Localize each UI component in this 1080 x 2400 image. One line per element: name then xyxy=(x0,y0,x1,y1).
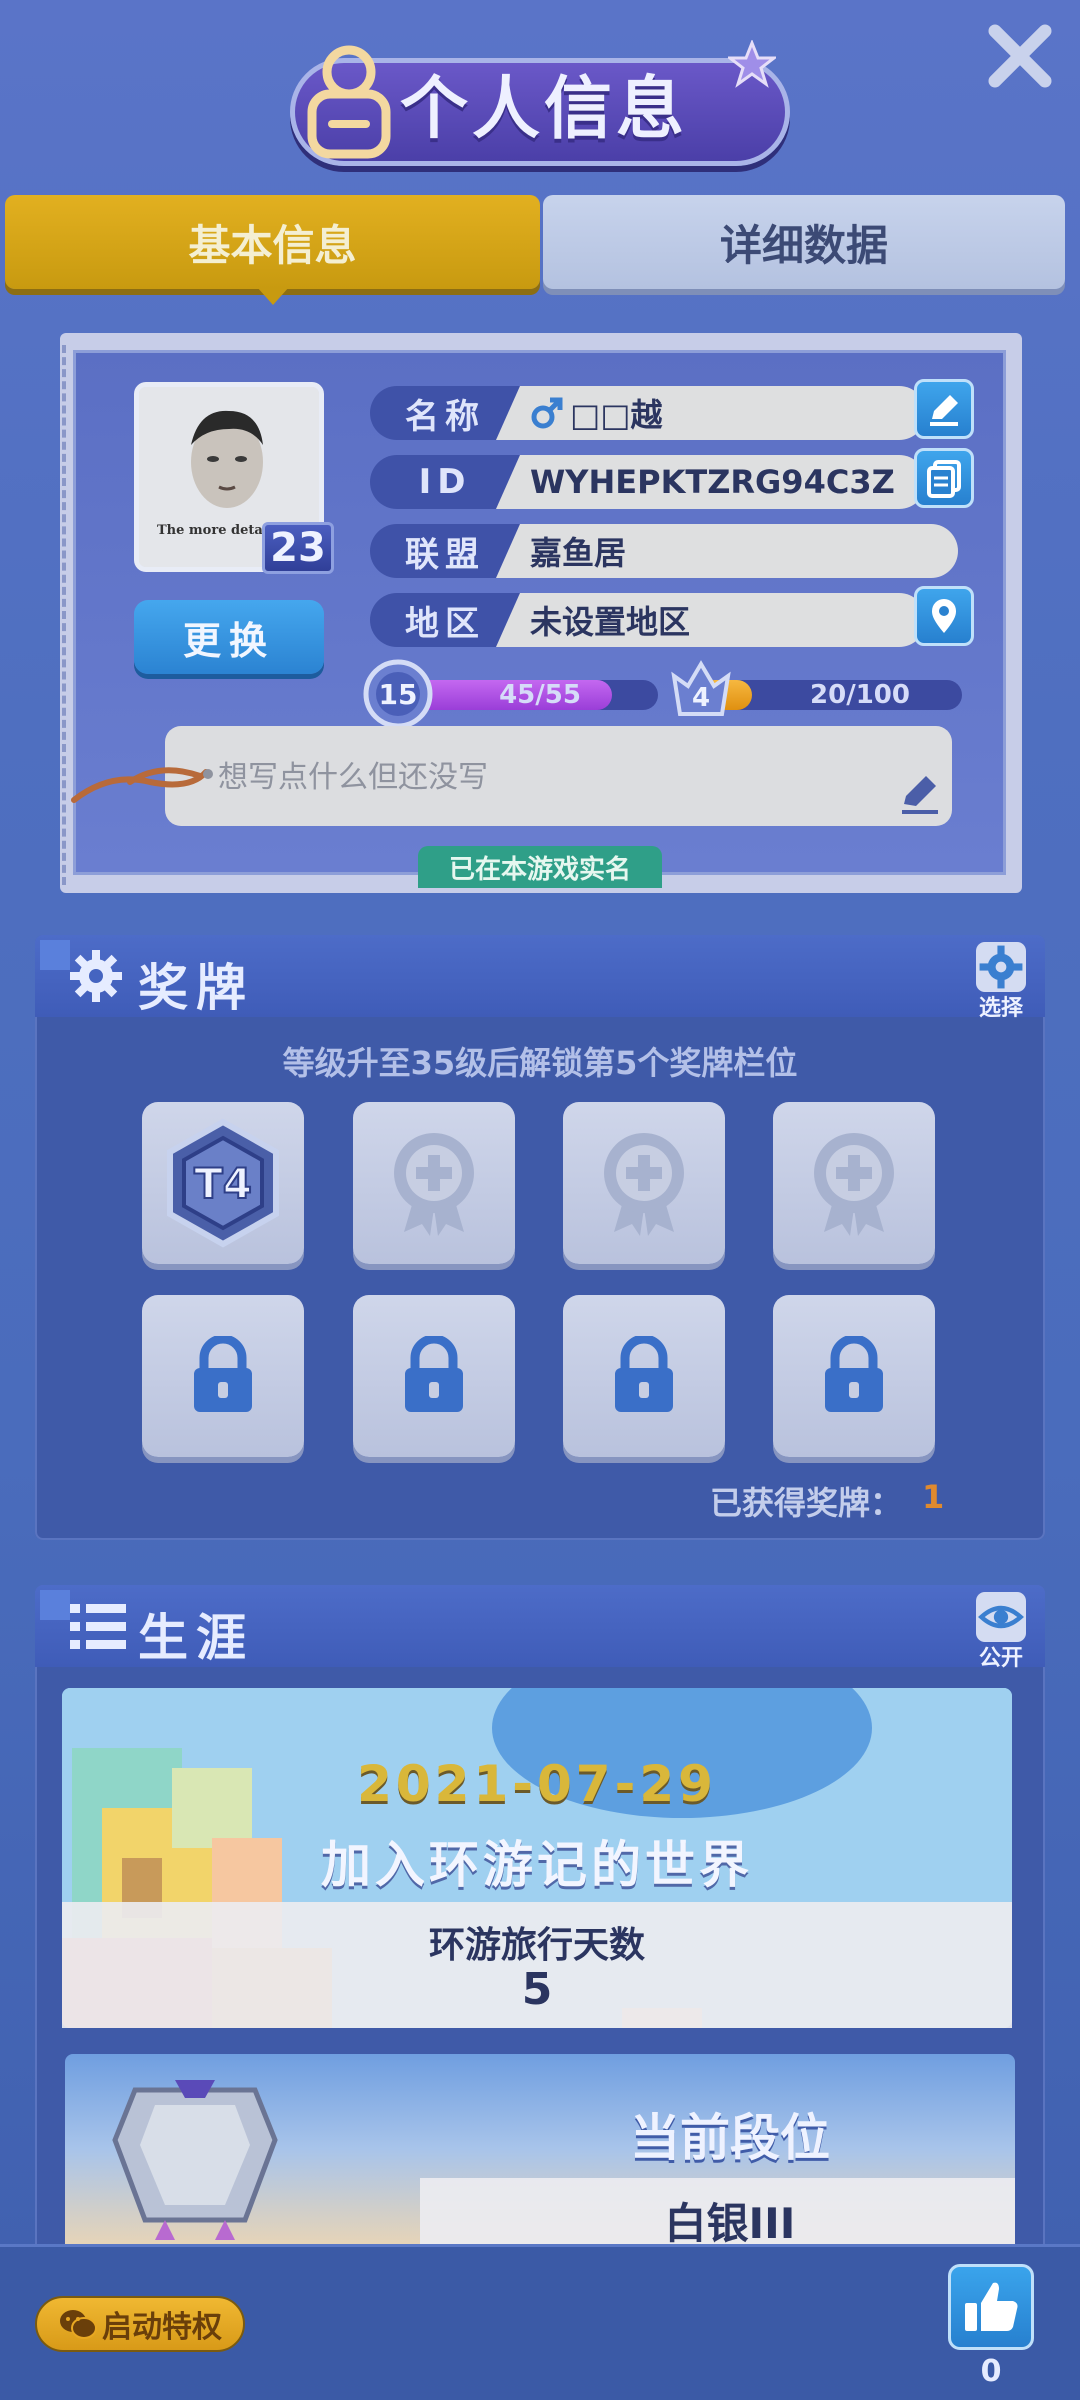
launch-privilege-button[interactable]: 启动特权 xyxy=(35,2296,245,2352)
header-corner-decoration xyxy=(40,940,70,970)
close-button[interactable] xyxy=(982,18,1058,94)
locked-medal-slot-6 xyxy=(353,1295,515,1457)
copy-icon xyxy=(927,460,961,498)
rank-badge-number: 4 xyxy=(692,683,710,713)
name-label: 名称 xyxy=(370,386,520,440)
select-medals-label: 选择 xyxy=(978,996,1023,1021)
real-name-verified-tag: 已在本游戏实名 xyxy=(418,846,662,888)
copy-id-button[interactable] xyxy=(914,448,974,508)
select-medals-button[interactable]: 选择 xyxy=(970,942,1032,1022)
medal-slot-2[interactable] xyxy=(353,1102,515,1264)
alliance-value[interactable]: 嘉鱼居 xyxy=(496,524,958,578)
add-medal-icon xyxy=(604,1133,684,1236)
add-medal-icon xyxy=(814,1133,894,1236)
id-label: ID xyxy=(370,455,520,509)
edit-signature-button[interactable] xyxy=(898,772,942,816)
locked-medal-slot-8 xyxy=(773,1295,935,1457)
travel-days-label: 环游旅行天数 xyxy=(428,1925,645,1966)
crown-badge-icon: 4 xyxy=(668,656,734,722)
location-pin-icon xyxy=(932,599,956,633)
tab-basic-info[interactable]: 基本信息 xyxy=(5,195,540,289)
gear-icon xyxy=(68,948,124,1004)
signature-placeholder: 想写点什么但还没写 xyxy=(218,760,488,795)
player-level-badge: 23 xyxy=(262,522,334,574)
medal-label: T4 xyxy=(194,1159,252,1208)
lock-icon xyxy=(825,1336,883,1412)
male-gender-icon xyxy=(531,397,563,429)
lock-icon xyxy=(615,1336,673,1412)
join-world-text: 加入环游记的世界 xyxy=(321,1836,753,1894)
active-tab-pointer xyxy=(257,287,289,305)
medal-unlock-hint: 等级升至35级后解锁第5个奖牌栏位 xyxy=(282,1044,798,1082)
wechat-icon xyxy=(60,2310,97,2339)
add-medal-icon xyxy=(394,1133,474,1236)
career-title: 生涯 xyxy=(138,1609,254,1667)
t4-medal-icon: T4 xyxy=(167,1118,279,1248)
join-date: 2021-07-29 xyxy=(357,1755,717,1813)
like-count: 0 xyxy=(980,2354,1002,2389)
medals-earned-count: 1 xyxy=(922,1478,945,1516)
alliance-label: 联盟 xyxy=(370,524,520,578)
page-title: 个人信息 xyxy=(400,70,689,149)
rank-progress-text: 20/100 xyxy=(810,680,910,710)
medals-title: 奖牌 xyxy=(138,959,254,1017)
pencil-icon xyxy=(902,776,938,814)
medal-slot-4[interactable] xyxy=(773,1102,935,1264)
visibility-toggle-button[interactable]: 公开 xyxy=(970,1592,1032,1672)
launch-privilege-label: 启动特权 xyxy=(102,2310,222,2345)
avatar-caption: The more deta xyxy=(157,523,263,538)
tab-detailed-data[interactable]: 详细数据 xyxy=(543,195,1065,289)
visibility-label: 公开 xyxy=(978,1646,1023,1671)
locked-medal-slot-7 xyxy=(563,1295,725,1457)
name-field: □□越 xyxy=(496,386,926,440)
close-icon xyxy=(988,24,1052,88)
level-badge-icon: 15 xyxy=(362,658,434,730)
travel-days-value: 5 xyxy=(521,1964,553,2015)
level-progress-text: 45/55 xyxy=(499,680,581,710)
change-avatar-button[interactable]: 更换 xyxy=(134,600,324,674)
gear-icon xyxy=(976,942,1026,992)
player-name: □□越 xyxy=(570,396,663,434)
star-icon xyxy=(725,38,779,88)
pencil-icon xyxy=(930,395,958,426)
thumbs-up-icon xyxy=(965,2282,1018,2331)
region-label: 地区 xyxy=(370,593,520,647)
lock-icon xyxy=(194,1336,252,1412)
profile-card-icon xyxy=(300,42,398,162)
rope-decoration-icon xyxy=(70,752,220,822)
edit-name-button[interactable] xyxy=(914,379,974,439)
set-region-button[interactable] xyxy=(914,586,974,646)
medal-slot-3[interactable] xyxy=(563,1102,725,1264)
like-button[interactable] xyxy=(948,2264,1034,2350)
eye-icon xyxy=(976,1592,1026,1642)
player-id: WYHEPKTZRG94C3Z xyxy=(496,455,926,509)
silver-rank-trophy-icon xyxy=(95,2070,295,2250)
medal-slot-1[interactable]: T4 xyxy=(142,1102,304,1264)
locked-medal-slot-5 xyxy=(142,1295,304,1457)
lock-icon xyxy=(405,1336,463,1412)
current-rank-label: 当前段位 xyxy=(630,2109,830,2167)
level-badge-number: 15 xyxy=(379,678,418,711)
current-rank-value: 白银III xyxy=(664,2199,796,2248)
medals-earned-label: 已获得奖牌： xyxy=(710,1484,903,1522)
region-value: 未设置地区 xyxy=(496,593,926,647)
header-corner-decoration xyxy=(40,1590,70,1620)
list-icon xyxy=(70,1602,126,1652)
